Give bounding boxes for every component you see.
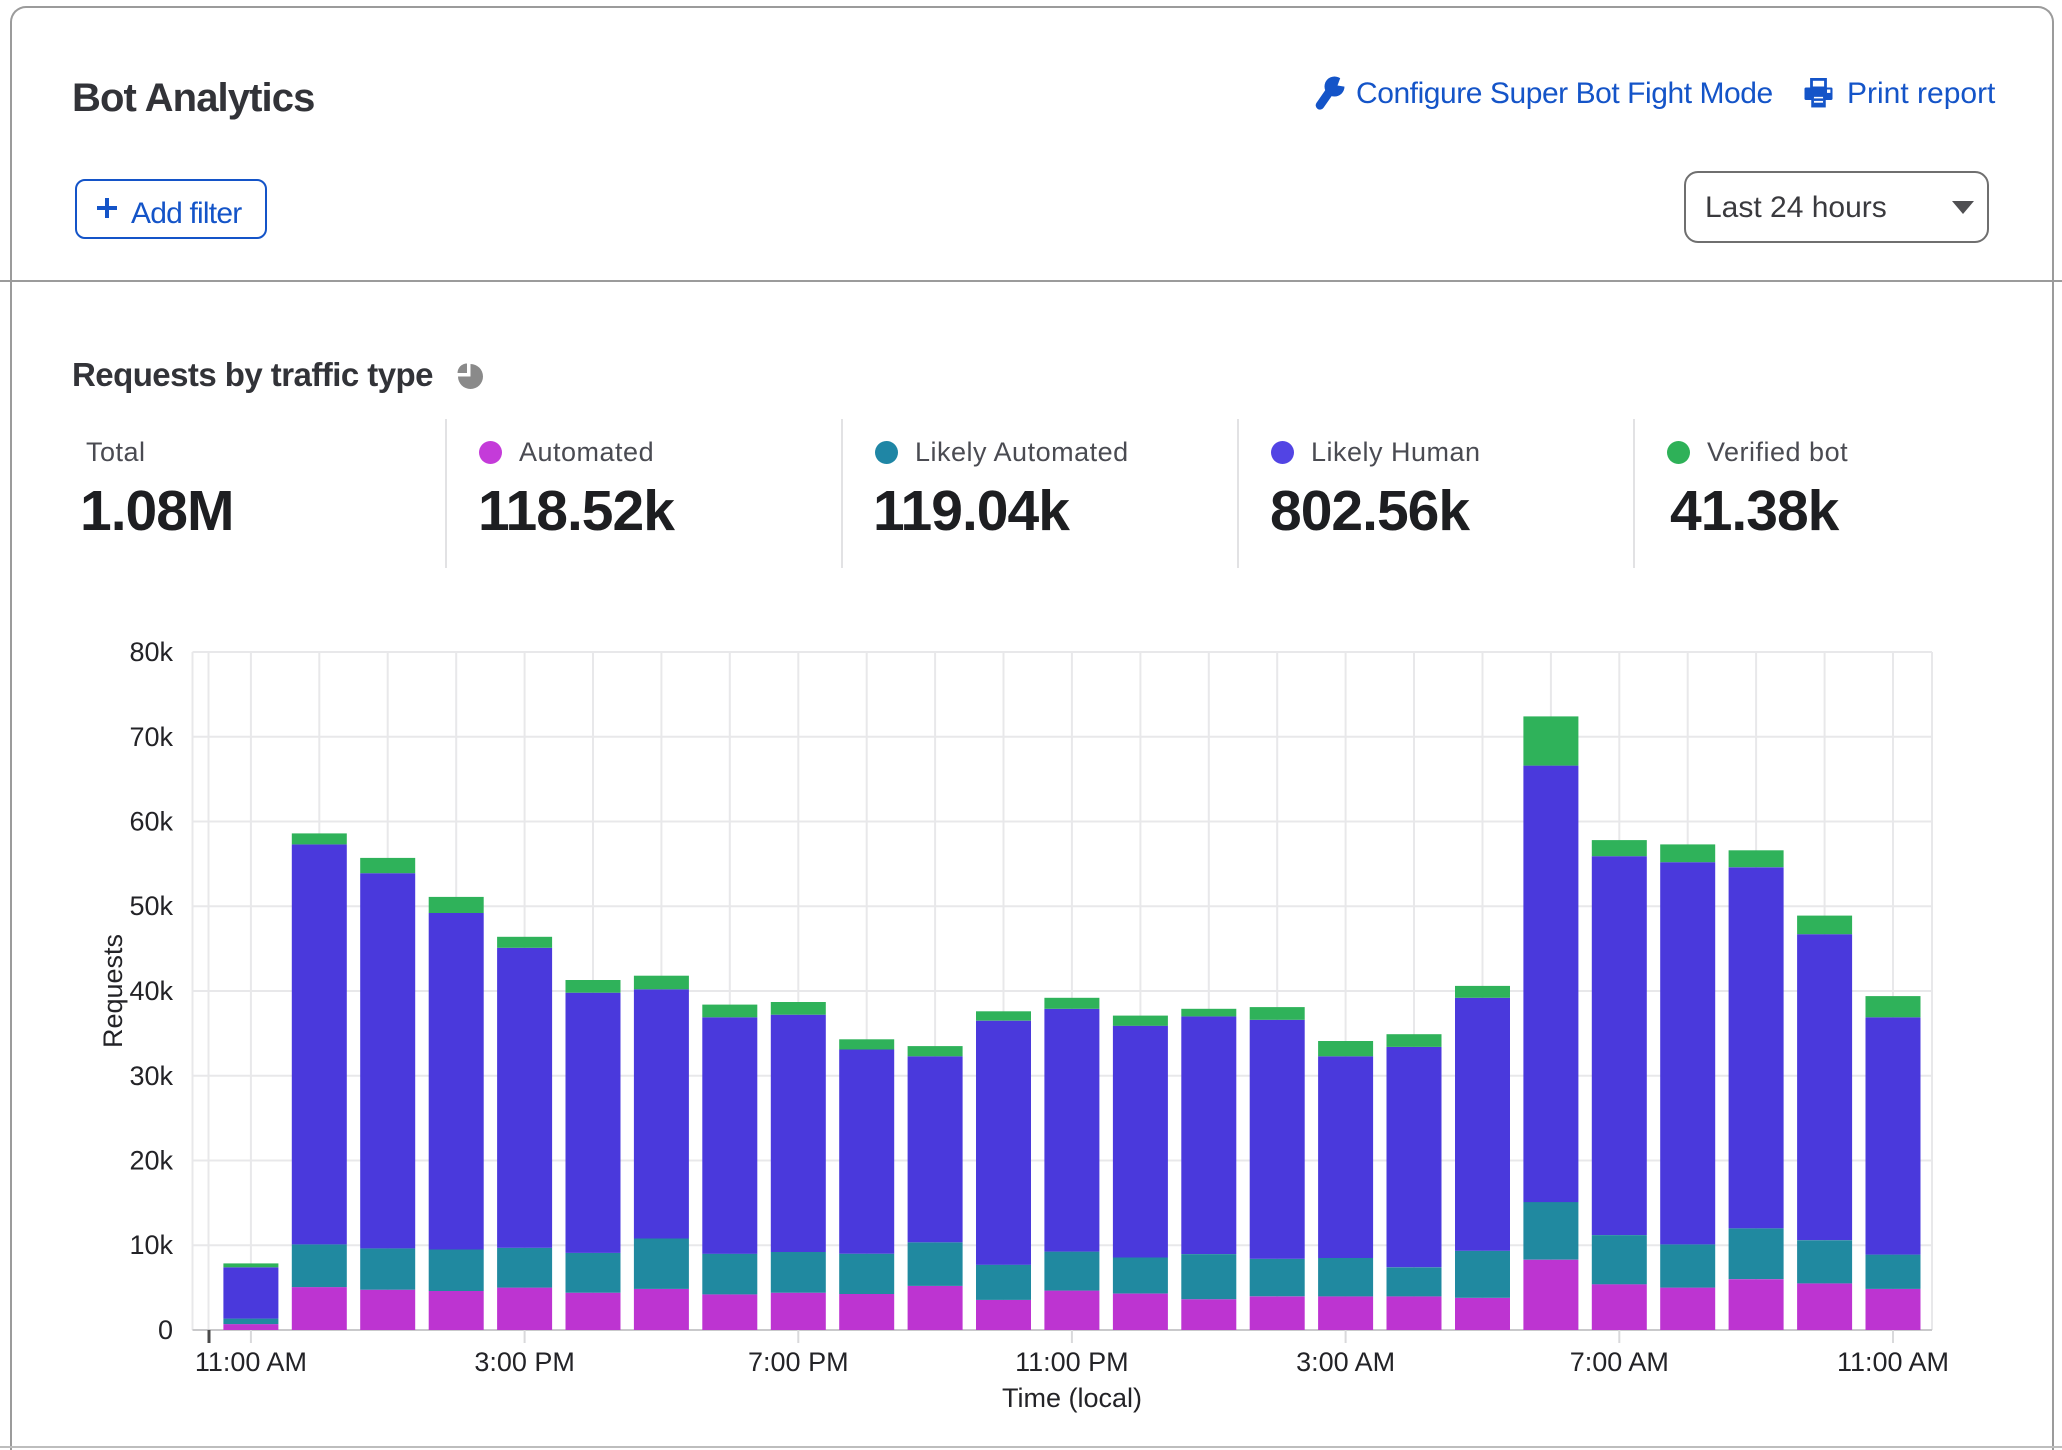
svg-text:80k: 80k [129, 637, 173, 667]
svg-text:3:00 PM: 3:00 PM [474, 1347, 575, 1377]
svg-text:11:00 PM: 11:00 PM [1015, 1347, 1129, 1377]
svg-text:40k: 40k [129, 976, 173, 1006]
svg-text:50k: 50k [129, 891, 173, 921]
svg-text:70k: 70k [129, 722, 173, 752]
svg-text:3:00 AM: 3:00 AM [1296, 1347, 1395, 1377]
svg-text:11:00 AM: 11:00 AM [195, 1347, 307, 1377]
svg-text:20k: 20k [129, 1146, 173, 1176]
svg-text:Time (local): Time (local) [1002, 1383, 1142, 1413]
svg-text:10k: 10k [129, 1230, 173, 1260]
svg-text:Requests: Requests [98, 934, 128, 1048]
svg-text:60k: 60k [129, 807, 173, 837]
svg-text:0: 0 [158, 1315, 173, 1345]
svg-text:30k: 30k [129, 1061, 173, 1091]
svg-text:7:00 AM: 7:00 AM [1570, 1347, 1669, 1377]
svg-text:7:00 PM: 7:00 PM [748, 1347, 849, 1377]
svg-text:11:00 AM: 11:00 AM [1837, 1347, 1949, 1377]
